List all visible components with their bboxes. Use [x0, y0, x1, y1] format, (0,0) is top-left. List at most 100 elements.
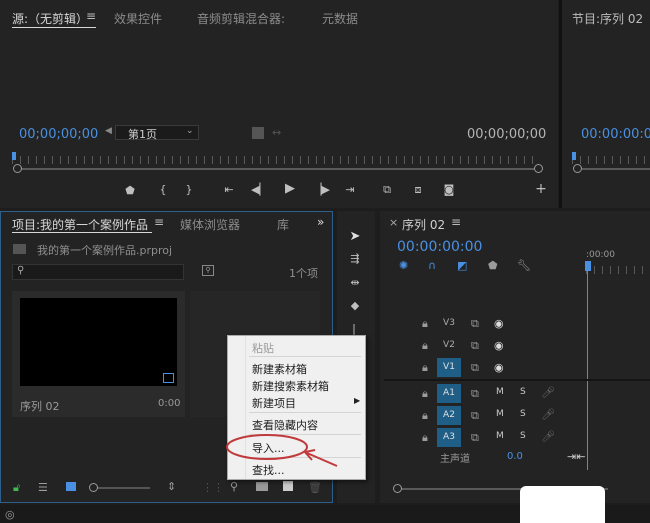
- program-time-ruler[interactable]: [572, 156, 650, 164]
- source-time-ruler[interactable]: [12, 156, 540, 164]
- step-back-icon[interactable]: ◀▏: [251, 183, 268, 196]
- lock-icon[interactable]: 🔒︎: [422, 317, 428, 331]
- sync-lock-icon[interactable]: ⧉: [471, 409, 479, 423]
- eye-icon[interactable]: ◉: [494, 339, 504, 352]
- trash-icon[interactable]: 🗑︎: [308, 481, 322, 494]
- icon-view-icon[interactable]: [66, 482, 76, 491]
- timeline-timecode[interactable]: 00:00:00:00: [397, 239, 482, 255]
- list-view-icon[interactable]: ☰: [38, 481, 48, 494]
- settings-square-icon[interactable]: [252, 127, 264, 139]
- lock-icon[interactable]: 🔒︎: [422, 409, 428, 423]
- source-zoom-knob-right[interactable]: [534, 164, 543, 173]
- automate-to-sequence-icon[interactable]: ⋮⋮: [202, 481, 224, 494]
- tab-audio-clip-mixer[interactable]: 音频剪辑混合器:: [197, 10, 285, 27]
- track-name-v2[interactable]: V2: [437, 336, 461, 355]
- find-icon[interactable]: ⚲: [230, 480, 238, 493]
- close-tab-icon[interactable]: ×: [389, 216, 398, 229]
- add-marker-icon[interactable]: ⬟: [122, 184, 138, 197]
- go-to-out-icon[interactable]: ⇥: [342, 183, 358, 196]
- razor-tool-icon[interactable]: ◆: [347, 299, 363, 312]
- go-to-end-icon[interactable]: ⇥⇤: [567, 450, 585, 463]
- program-timecode[interactable]: 00:00:00:00: [581, 127, 650, 142]
- tab-program[interactable]: 节目:序列 02: [572, 10, 643, 27]
- source-zoom-knob-left[interactable]: [13, 164, 22, 173]
- ripple-edit-tool-icon[interactable]: ⇹: [347, 276, 363, 289]
- panel-menu-icon[interactable]: ≡: [86, 9, 96, 23]
- snap-icon[interactable]: ✺: [399, 259, 408, 272]
- lock-icon[interactable]: 🔒︎: [422, 387, 428, 401]
- sync-lock-icon[interactable]: ⧉: [471, 361, 479, 375]
- sequence-menu-icon[interactable]: ≡: [451, 215, 461, 229]
- step-forward-icon[interactable]: ▕▶: [313, 183, 330, 196]
- program-zoom-bar[interactable]: [582, 168, 650, 170]
- tab-effect-controls[interactable]: 效果控件: [114, 10, 162, 27]
- overwrite-icon[interactable]: ⧈: [410, 183, 426, 197]
- timeline-scroll-knob[interactable]: [393, 484, 402, 493]
- source-zoom-bar[interactable]: [18, 168, 534, 170]
- mark-out-icon[interactable]: }: [181, 183, 197, 196]
- sync-lock-icon[interactable]: ⧉: [471, 387, 479, 401]
- lock-icon[interactable]: 🔒︎: [422, 361, 428, 375]
- new-item-icon[interactable]: [283, 481, 293, 491]
- source-playhead[interactable]: [12, 152, 16, 160]
- sync-lock-icon[interactable]: ⧉: [471, 317, 479, 331]
- project-search-input[interactable]: ⚲: [12, 264, 184, 280]
- menu-item-new-item[interactable]: 新建项目: [252, 395, 296, 411]
- track-select-tool-icon[interactable]: ⇶: [347, 252, 363, 265]
- clip-thumbnail-card[interactable]: 序列 02 0:00: [12, 291, 185, 417]
- track-name-a1[interactable]: A1: [437, 384, 461, 403]
- mute-button[interactable]: M: [496, 387, 504, 397]
- tab-libraries[interactable]: 库: [277, 216, 289, 233]
- insert-icon[interactable]: ⧉: [379, 183, 395, 197]
- program-zoom-knob[interactable]: [573, 164, 582, 173]
- track-name-a2[interactable]: A2: [437, 406, 461, 425]
- eye-icon[interactable]: ◉: [494, 361, 504, 374]
- tab-metadata[interactable]: 元数据: [322, 10, 358, 27]
- new-bin-icon[interactable]: [256, 482, 268, 491]
- zoom-slider-knob[interactable]: [89, 483, 98, 492]
- solo-button[interactable]: S: [520, 409, 526, 419]
- solo-button[interactable]: S: [520, 387, 526, 397]
- track-name-v1[interactable]: V1: [437, 358, 461, 377]
- project-menu-icon[interactable]: ≡: [154, 215, 164, 229]
- solo-button[interactable]: S: [520, 431, 526, 441]
- linked-selection-icon[interactable]: ◩: [457, 259, 467, 272]
- play-icon[interactable]: ▶: [282, 181, 298, 196]
- lock-icon[interactable]: 🔒︎: [422, 431, 428, 445]
- microphone-icon[interactable]: 🎤︎: [541, 408, 555, 421]
- tab-project[interactable]: 项目:我的第一个案例作品: [12, 216, 148, 233]
- lock-icon[interactable]: 🔓︎: [13, 481, 20, 495]
- export-frame-camera-icon[interactable]: ◙: [441, 183, 457, 196]
- master-volume-value[interactable]: 0.0: [507, 451, 523, 462]
- add-marker-icon[interactable]: ⬟: [488, 259, 498, 272]
- microphone-icon[interactable]: 🎤︎: [541, 430, 555, 443]
- timeline-playhead-line[interactable]: [587, 270, 588, 470]
- new-search-bin-icon[interactable]: ⚲: [202, 265, 214, 276]
- more-tabs-chevron-icon[interactable]: »: [317, 215, 324, 229]
- mute-button[interactable]: M: [496, 409, 504, 419]
- microphone-icon[interactable]: 🎤︎: [541, 386, 555, 399]
- drag-video-icon[interactable]: ↔: [272, 126, 281, 139]
- go-to-in-icon[interactable]: ⇤: [221, 183, 237, 196]
- wrench-icon[interactable]: 🔧︎: [517, 259, 531, 272]
- page-selector-dropdown[interactable]: ◀ 第1页 ⌄: [105, 125, 199, 141]
- eye-icon[interactable]: ◉: [494, 317, 504, 330]
- tab-sequence[interactable]: 序列 02: [402, 216, 445, 233]
- sync-lock-icon[interactable]: ⧉: [471, 431, 479, 445]
- selection-tool-icon[interactable]: ➤: [347, 229, 363, 244]
- source-timecode-left[interactable]: 00;00;00;00: [19, 127, 98, 142]
- tab-media-browser[interactable]: 媒体浏览器: [180, 216, 240, 233]
- sort-icon[interactable]: ⇕: [167, 480, 176, 493]
- lock-icon[interactable]: 🔒︎: [422, 339, 428, 353]
- sync-lock-icon[interactable]: ⧉: [471, 339, 479, 353]
- button-editor-plus-icon[interactable]: +: [533, 181, 549, 197]
- track-name-v3[interactable]: V3: [437, 314, 461, 333]
- mute-button[interactable]: M: [496, 431, 504, 441]
- timeline-playhead-head[interactable]: [585, 261, 591, 271]
- tab-source[interactable]: 源:（无剪辑）: [12, 10, 88, 27]
- track-name-a3[interactable]: A3: [437, 428, 461, 447]
- mark-in-icon[interactable]: {: [155, 183, 171, 196]
- program-playhead[interactable]: [572, 152, 576, 160]
- timeline-time-ruler[interactable]: [586, 266, 650, 274]
- menu-item-new-bin[interactable]: 新建素材箱: [252, 361, 307, 377]
